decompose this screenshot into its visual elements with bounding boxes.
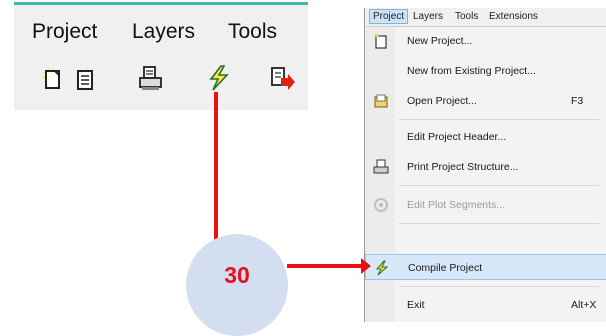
menu-item-edit-plot-segments: Edit Plot Segments... [365, 192, 606, 218]
menu-project[interactable]: Project [32, 20, 97, 44]
menu-item-print-project-structure[interactable]: Print Project Structure... [365, 154, 606, 180]
callout-line-horizontal [287, 264, 367, 268]
menu-item-shortcut: F3 [571, 95, 584, 107]
menu-layers[interactable]: Layers [132, 20, 195, 44]
callout-arrow-tip [361, 258, 371, 274]
menu-item-new-project[interactable]: New Project... [365, 28, 606, 54]
menu-separator [399, 286, 599, 287]
menu-item-compile-project[interactable]: Compile Project [365, 254, 606, 280]
print-icon [373, 159, 389, 174]
menu-item-label: Edit Plot Segments... [407, 199, 506, 211]
menu-item-label: Edit Project Header... [407, 131, 507, 143]
menu-tools[interactable]: Tools [228, 20, 277, 44]
plot-segments-icon [374, 198, 388, 212]
menu-item-label: Print Project Structure... [407, 161, 519, 173]
menu-item-new-from-existing[interactable]: New from Existing Project... [365, 58, 606, 84]
export-arrow-icon[interactable] [270, 64, 296, 92]
menu-separator [399, 223, 599, 224]
print-icon[interactable] [138, 64, 164, 92]
zoomed-toolbar-panel: Project Layers Tools [14, 2, 308, 110]
menu-bar: Project Layers Tools Extensions [365, 8, 606, 27]
menubar-project[interactable]: Project [369, 9, 409, 24]
compile-lightning-icon [375, 260, 389, 276]
menu-item-label: Exit [407, 299, 425, 311]
menu-item-label: Open Project... [407, 95, 478, 107]
new-project-icon[interactable] [40, 64, 66, 92]
menu-item-edit-project-header[interactable]: Edit Project Header... [365, 124, 606, 150]
open-project-icon [374, 94, 388, 108]
new-project-icon [374, 33, 387, 49]
menu-item-shortcut: Alt+X [571, 299, 597, 311]
menu-item-label: New from Existing Project... [407, 65, 536, 77]
menu-item-open-project[interactable]: Open Project... F3 [365, 88, 606, 114]
callout-line-vertical [214, 92, 218, 242]
menu-item-label: New Project... [407, 35, 473, 47]
menu-item-exit[interactable]: Exit Alt+X [365, 292, 606, 318]
menu-separator [399, 119, 599, 120]
callout-number: 30 [224, 262, 250, 288]
compile-lightning-icon[interactable] [206, 64, 232, 92]
menubar-extensions[interactable]: Extensions [489, 11, 538, 22]
menubar-tools[interactable]: Tools [455, 11, 478, 22]
menu-separator [399, 185, 599, 186]
window-accent-line [14, 2, 308, 5]
menubar-layers[interactable]: Layers [413, 11, 443, 22]
menu-item-label: Compile Project [408, 262, 483, 274]
new-from-existing-icon[interactable] [74, 64, 100, 92]
project-menu-window: Project Layers Tools Extensions New Proj… [364, 8, 606, 322]
